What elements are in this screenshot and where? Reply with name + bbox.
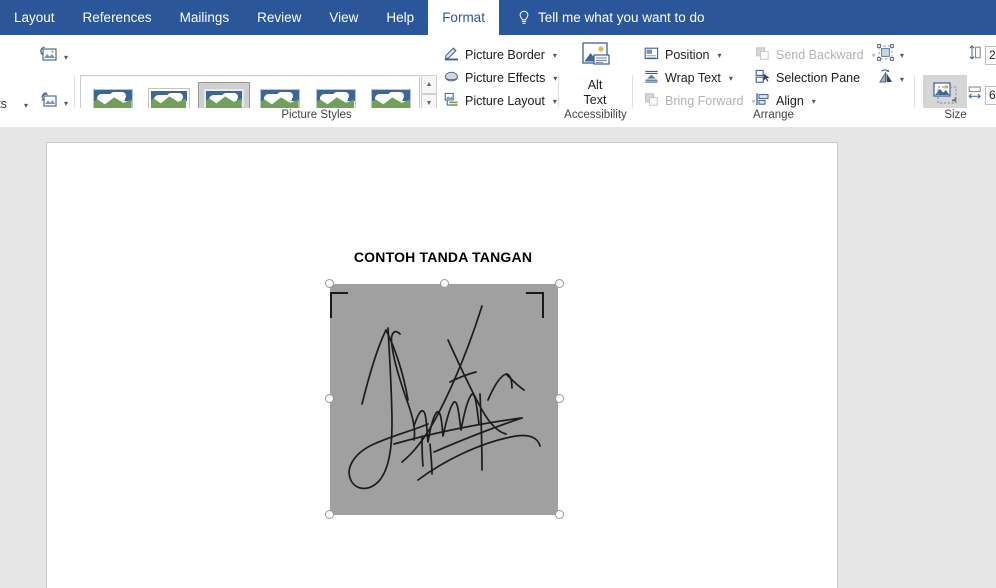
send-backward-button[interactable]: Send Backward ▾: [755, 46, 876, 64]
group-objects-button[interactable]: ▾: [877, 44, 904, 66]
crop-mark-tl-v: [330, 292, 332, 318]
shape-width-control[interactable]: 6: [968, 85, 996, 105]
shape-height-control[interactable]: 2: [968, 45, 996, 65]
crop-mark-tl-h: [330, 292, 348, 294]
selection-pane-label: Selection Pane: [776, 71, 861, 85]
tell-me-label: Tell me what you want to do: [537, 10, 705, 25]
group-objects-icon: [877, 44, 894, 66]
crop-mark-tr-h: [526, 292, 544, 294]
picture-effects-button[interactable]: Picture Effects ▾: [444, 69, 557, 87]
alt-text-icon: [577, 41, 613, 78]
picture-border-label: Picture Border: [465, 48, 545, 62]
picture-layout-label: Picture Layout: [465, 94, 545, 108]
shape-height-input[interactable]: 2: [985, 45, 996, 65]
picture-effects-icon: [444, 69, 459, 87]
pen-border-icon: [444, 46, 459, 64]
picture-effects-caret[interactable]: ▾: [553, 74, 557, 83]
selection-pane-icon: [755, 69, 770, 87]
send-backward-caret[interactable]: ▾: [872, 51, 876, 60]
selection-pane-button[interactable]: Selection Pane: [755, 69, 860, 87]
page-title: CONTOH TANDA TANGAN: [353, 249, 533, 265]
selection-handle-top-left[interactable]: [325, 279, 334, 288]
align-caret[interactable]: ▾: [812, 97, 816, 106]
picture-border-button[interactable]: Picture Border ▾: [444, 46, 557, 64]
signature-ink: [348, 305, 541, 490]
picture-color-icon: [38, 45, 58, 69]
alt-text-button[interactable]: Alt Text: [568, 41, 622, 108]
picture-border-caret[interactable]: ▾: [553, 51, 557, 60]
send-backward-label: Send Backward: [776, 48, 864, 62]
group-label-accessibility: Accessibility: [564, 109, 627, 121]
picture-corrections-caret[interactable]: ▾: [64, 99, 68, 108]
word-window: Layout References Mailings Review View H…: [0, 0, 996, 588]
tab-format[interactable]: Format: [428, 0, 499, 35]
document-canvas[interactable]: CONTOH TANDA TANGAN: [0, 127, 996, 588]
group-label-picture-styles: Picture Styles: [281, 109, 352, 121]
wrap-text-icon: [644, 69, 659, 87]
selection-handle-top-right[interactable]: [555, 279, 564, 288]
tab-review[interactable]: Review: [243, 0, 315, 35]
wrap-text-button[interactable]: Wrap Text ▾: [644, 69, 733, 87]
selection-handle-bottom-left[interactable]: [325, 510, 334, 519]
shape-height-icon: [968, 45, 981, 65]
group-label-arrange: Arrange: [753, 109, 794, 121]
tab-references[interactable]: References: [69, 0, 166, 35]
lightbulb-icon: [517, 10, 531, 26]
selection-handle-middle-right[interactable]: [555, 394, 564, 403]
group-label-size: Size: [944, 109, 967, 121]
picture-color-button[interactable]: ▾: [38, 45, 68, 69]
crop-mark-tr-v: [542, 292, 544, 318]
selection-handle-top-center[interactable]: [440, 279, 449, 288]
tab-view[interactable]: View: [315, 0, 372, 35]
picture-effects-label: Picture Effects: [465, 71, 546, 85]
rotate-objects-caret[interactable]: ▾: [900, 75, 904, 84]
shape-width-icon: [968, 85, 981, 105]
ribbon-group-labels: Picture Styles Accessibility Arrange Siz…: [0, 108, 996, 127]
tab-mailings[interactable]: Mailings: [166, 0, 244, 35]
send-backward-icon: [755, 46, 770, 64]
tab-help[interactable]: Help: [372, 0, 428, 35]
position-icon: [644, 46, 659, 64]
wrap-text-caret[interactable]: ▾: [729, 74, 733, 83]
tab-layout[interactable]: Layout: [0, 0, 69, 35]
signature-object[interactable]: [325, 279, 564, 519]
document-page[interactable]: CONTOH TANDA TANGAN: [46, 142, 838, 588]
align-label: Align: [776, 94, 804, 108]
signature-image[interactable]: [330, 284, 558, 515]
gallery-scroll-up-button[interactable]: ▲: [421, 75, 437, 95]
group-objects-caret[interactable]: ▾: [900, 51, 904, 60]
tell-me-box[interactable]: Tell me what you want to do: [499, 0, 717, 35]
wrap-text-label: Wrap Text: [665, 71, 721, 85]
rotate-objects-button[interactable]: ▾: [877, 68, 904, 90]
selection-handle-bottom-right[interactable]: [555, 510, 564, 519]
ribbon-tab-strip: Layout References Mailings Review View H…: [0, 0, 996, 35]
picture-layout-caret[interactable]: ▾: [553, 97, 557, 106]
bring-forward-label: Bring Forward: [665, 94, 744, 108]
selection-handle-middle-left[interactable]: [325, 394, 334, 403]
alt-text-label-line2: Text: [583, 93, 607, 107]
position-caret[interactable]: ▾: [717, 51, 721, 60]
position-button[interactable]: Position ▾: [644, 46, 722, 64]
picture-color-caret[interactable]: ▾: [64, 53, 68, 62]
position-label: Position: [665, 48, 710, 62]
rotate-objects-icon: [877, 68, 894, 90]
alt-text-label-line1: Alt: [587, 78, 603, 92]
shape-width-input[interactable]: 6: [985, 85, 996, 105]
